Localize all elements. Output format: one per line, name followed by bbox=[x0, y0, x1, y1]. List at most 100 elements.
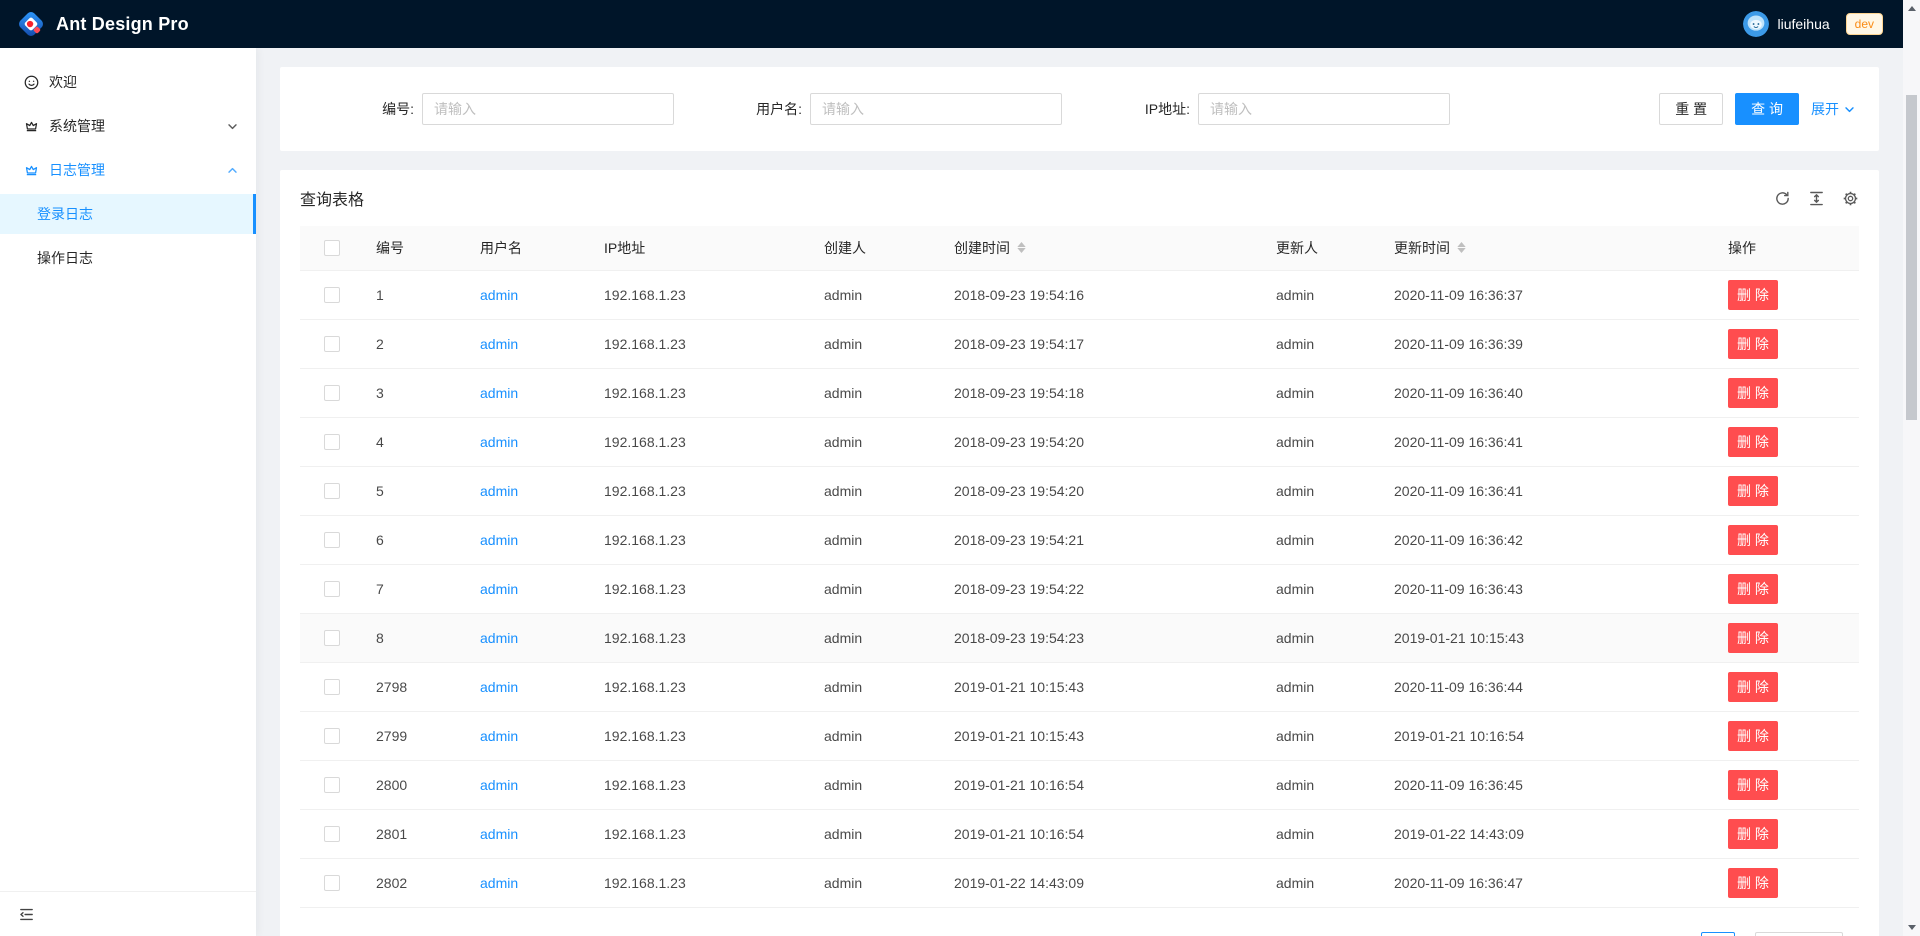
cell-username: admin bbox=[468, 711, 592, 760]
row-checkbox[interactable] bbox=[324, 287, 340, 303]
row-checkbox-cell bbox=[300, 368, 364, 417]
app-title: Ant Design Pro bbox=[56, 14, 189, 35]
username-link[interactable]: admin bbox=[480, 434, 518, 450]
header-right: liufeihua dev bbox=[1743, 11, 1883, 37]
table-row: 3admin192.168.1.23admin2018-09-23 19:54:… bbox=[300, 368, 1859, 417]
cell-updater: admin bbox=[1264, 613, 1382, 662]
row-checkbox[interactable] bbox=[324, 728, 340, 744]
expand-link[interactable]: 展开 bbox=[1811, 99, 1855, 119]
setting-icon[interactable] bbox=[1842, 190, 1859, 207]
cell-updater: admin bbox=[1264, 564, 1382, 613]
menu-item-label: 操作日志 bbox=[37, 248, 93, 268]
delete-button[interactable]: 删 除 bbox=[1728, 476, 1778, 506]
scrollbar-up-arrow[interactable] bbox=[1903, 0, 1920, 17]
cell-username: admin bbox=[468, 515, 592, 564]
delete-button[interactable]: 删 除 bbox=[1728, 280, 1778, 310]
row-checkbox[interactable] bbox=[324, 581, 340, 597]
page-button-1[interactable]: 1 bbox=[1701, 932, 1735, 936]
row-checkbox[interactable] bbox=[324, 777, 340, 793]
cell-username: admin bbox=[468, 368, 592, 417]
cell-creator: admin bbox=[812, 319, 942, 368]
username-link[interactable]: admin bbox=[480, 336, 518, 352]
cell-updated-at: 2020-11-09 16:36:47 bbox=[1382, 858, 1716, 907]
cell-id: 2801 bbox=[364, 809, 468, 858]
column-header-5: 更新人 bbox=[1264, 226, 1382, 270]
number-input[interactable] bbox=[422, 93, 674, 125]
sidebar-item-welcome[interactable]: 欢迎 bbox=[0, 62, 256, 102]
row-checkbox[interactable] bbox=[324, 630, 340, 646]
row-checkbox[interactable] bbox=[324, 483, 340, 499]
username-link[interactable]: admin bbox=[480, 532, 518, 548]
row-checkbox-cell bbox=[300, 564, 364, 613]
cell-ip: 192.168.1.23 bbox=[592, 760, 812, 809]
delete-button[interactable]: 删 除 bbox=[1728, 819, 1778, 849]
table-row: 4admin192.168.1.23admin2018-09-23 19:54:… bbox=[300, 417, 1859, 466]
sidebar-item-operation-log[interactable]: 操作日志 bbox=[0, 238, 256, 278]
chevron-down-icon bbox=[227, 121, 238, 132]
sort-icon[interactable] bbox=[1017, 242, 1026, 253]
delete-button[interactable]: 删 除 bbox=[1728, 329, 1778, 359]
row-checkbox[interactable] bbox=[324, 826, 340, 842]
username-link[interactable]: admin bbox=[480, 483, 518, 499]
row-checkbox[interactable] bbox=[324, 434, 340, 450]
reload-icon[interactable] bbox=[1774, 190, 1791, 207]
cell-username: admin bbox=[468, 564, 592, 613]
sidebar-item-system-management[interactable]: 系统管理 bbox=[0, 106, 256, 146]
username-link[interactable]: admin bbox=[480, 385, 518, 401]
row-checkbox[interactable] bbox=[324, 336, 340, 352]
delete-button[interactable]: 删 除 bbox=[1728, 770, 1778, 800]
ip-address-input[interactable] bbox=[1198, 93, 1450, 125]
column-header-4[interactable]: 创建时间 bbox=[942, 226, 1264, 270]
page-size-select[interactable] bbox=[1755, 932, 1843, 936]
delete-button[interactable]: 删 除 bbox=[1728, 525, 1778, 555]
row-checkbox[interactable] bbox=[324, 679, 340, 695]
delete-button[interactable]: 删 除 bbox=[1728, 672, 1778, 702]
cell-username: admin bbox=[468, 662, 592, 711]
cell-ip: 192.168.1.23 bbox=[592, 515, 812, 564]
row-checkbox[interactable] bbox=[324, 385, 340, 401]
username-link[interactable]: admin bbox=[480, 728, 518, 744]
delete-button[interactable]: 删 除 bbox=[1728, 574, 1778, 604]
username-link[interactable]: admin bbox=[480, 630, 518, 646]
username-link[interactable]: admin bbox=[480, 875, 518, 891]
column-height-icon[interactable] bbox=[1808, 190, 1825, 207]
query-button[interactable]: 查 询 bbox=[1735, 93, 1799, 125]
row-checkbox-cell bbox=[300, 760, 364, 809]
delete-button[interactable]: 删 除 bbox=[1728, 623, 1778, 653]
cell-id: 2798 bbox=[364, 662, 468, 711]
row-checkbox[interactable] bbox=[324, 532, 340, 548]
table-row: 7admin192.168.1.23admin2018-09-23 19:54:… bbox=[300, 564, 1859, 613]
row-checkbox-cell bbox=[300, 417, 364, 466]
cell-actions: 删 除 bbox=[1716, 466, 1859, 515]
menu-fold-icon[interactable] bbox=[18, 906, 35, 923]
row-checkbox-cell bbox=[300, 858, 364, 907]
user-menu[interactable]: liufeihua bbox=[1743, 11, 1829, 37]
delete-button[interactable]: 删 除 bbox=[1728, 378, 1778, 408]
sidebar-item-log-management[interactable]: 日志管理 bbox=[0, 150, 256, 190]
cell-actions: 删 除 bbox=[1716, 858, 1859, 907]
cell-ip: 192.168.1.23 bbox=[592, 613, 812, 662]
delete-button[interactable]: 删 除 bbox=[1728, 721, 1778, 751]
scrollbar-down-arrow[interactable] bbox=[1903, 919, 1920, 936]
username-link[interactable]: admin bbox=[480, 287, 518, 303]
cell-id: 7 bbox=[364, 564, 468, 613]
username-link[interactable]: admin bbox=[480, 777, 518, 793]
column-label: 创建时间 bbox=[954, 238, 1010, 258]
sidebar-item-login-log[interactable]: 登录日志 bbox=[0, 194, 256, 234]
delete-button[interactable]: 删 除 bbox=[1728, 427, 1778, 457]
delete-button[interactable]: 删 除 bbox=[1728, 868, 1778, 898]
scrollbar-thumb[interactable] bbox=[1906, 95, 1917, 420]
sort-icon[interactable] bbox=[1457, 242, 1466, 253]
username-link[interactable]: admin bbox=[480, 679, 518, 695]
select-all-checkbox[interactable] bbox=[324, 240, 340, 256]
reset-button[interactable]: 重 置 bbox=[1659, 93, 1723, 125]
username-input[interactable] bbox=[810, 93, 1062, 125]
logo[interactable]: Ant Design Pro bbox=[16, 9, 189, 39]
username-link[interactable]: admin bbox=[480, 581, 518, 597]
column-header-6[interactable]: 更新时间 bbox=[1382, 226, 1716, 270]
username-link[interactable]: admin bbox=[480, 826, 518, 842]
row-checkbox[interactable] bbox=[324, 875, 340, 891]
cell-creator: admin bbox=[812, 662, 942, 711]
cell-created-at: 2018-09-23 19:54:18 bbox=[942, 368, 1264, 417]
cell-updated-at: 2020-11-09 16:36:43 bbox=[1382, 564, 1716, 613]
